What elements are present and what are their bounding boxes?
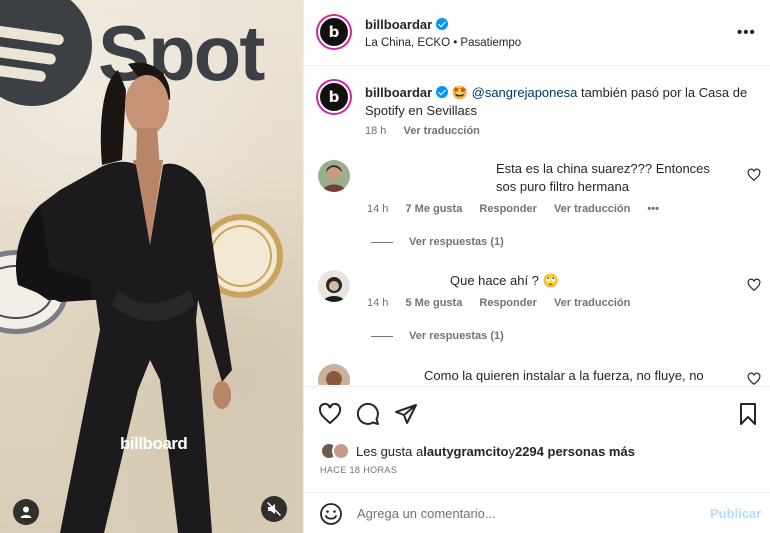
heart-icon[interactable] [318,402,342,426]
comment-reply-link[interactable]: Responder [479,203,536,215]
caption-author-avatar[interactable]: b [318,81,350,113]
view-replies-label: Ver respuestas (1) [409,236,504,248]
avatar-letter: b [328,23,340,41]
post-caption: billboardar 🤩 @sangrejaponesa también pa… [365,84,755,120]
post-location[interactable]: La China, ECKO • Pasatiempo [365,37,521,49]
view-replies-button[interactable]: Ver respuestas (1) [371,236,504,248]
publish-button[interactable]: Publicar [710,506,761,521]
comment-reply-link[interactable]: Responder [479,297,536,309]
liker-avatar [332,442,350,460]
author-avatar[interactable]: b [318,16,350,48]
comment-meta: 14 h 7 Me gusta Responder Ver traducción… [367,203,673,215]
comment-like-heart-icon[interactable] [747,372,761,385]
comment-translate-link[interactable]: Ver traducción [554,297,630,309]
tagged-user-button[interactable] [13,499,39,525]
comment-avatar[interactable] [318,270,350,302]
comment-composer: Publicar [304,492,770,533]
billboard-watermark: billboard [120,434,188,453]
comment-text-body: Que hace ahí ? [450,273,543,288]
emoji-icon[interactable] [319,502,343,526]
replies-line [371,335,393,337]
verified-badge-icon [436,86,449,98]
mute-button[interactable] [261,496,287,522]
avatar-letter: b [328,88,340,106]
caption-mention-link[interactable]: @sangrejaponesa [472,85,578,100]
comment-text: Como la quieren instalar a la fuerza, no… [424,368,704,383]
view-replies-button[interactable]: Ver respuestas (1) [371,330,504,342]
comment-input[interactable] [357,502,697,524]
comment-like-heart-icon[interactable] [747,168,761,182]
caption-time: 18 h [365,125,387,137]
comment-time: 14 h [367,297,389,309]
view-replies-label: Ver respuestas (1) [409,330,504,342]
post-timestamp[interactable]: HACE 18 HORAS [320,465,397,475]
replies-line [371,241,393,243]
avatar-photo [318,270,350,302]
avatar-photo [318,364,350,385]
comment-translate-link[interactable]: Ver traducción [554,203,630,215]
post-actions: Les gusta a lautygramcito y 2294 persona… [304,386,770,506]
comment-text: Esta es la china suarez??? Entonces sos … [496,161,710,194]
caption-translate-link[interactable]: Ver traducción [403,125,479,137]
caption-emoji: 🤩 [451,85,468,100]
more-options-icon[interactable]: ••• [737,24,756,41]
comment-meta: 14 h 5 Me gusta Responder Ver traducción [367,297,644,309]
author-username-text: billboardar [365,17,433,32]
comment-avatar[interactable] [318,364,350,385]
caption-author[interactable]: billboardar [365,85,432,100]
comment-like-heart-icon[interactable] [747,278,761,292]
comment-likes-link[interactable]: 7 Me gusta [405,203,462,215]
liked-user-link[interactable]: lautygramcito [423,444,508,459]
comment-emoji: 🙄 [542,273,559,288]
post-header: b billboardar La China, ECKO • Pasatiemp… [304,0,770,66]
verified-badge-icon [436,18,449,30]
comments-scroll-area[interactable]: b billboardar 🤩 @sangrejaponesa también … [304,67,770,385]
comment-time: 14 h [367,203,389,215]
comment-icon[interactable] [356,402,380,426]
likes-summary[interactable]: Les gusta a lautygramcito y 2294 persona… [320,442,635,460]
comment-text: Que hace ahí ? 🙄 [450,272,686,290]
post-media[interactable]: Spot billboard [0,0,303,533]
user-icon [20,506,32,518]
bookmark-icon[interactable] [736,402,760,426]
avatar-photo [318,160,350,192]
comment-likes-link[interactable]: 5 Me gusta [405,297,462,309]
post-details-panel: b billboardar La China, ECKO • Pasatiemp… [303,0,770,533]
likes-prefix: Les gusta a [356,443,424,459]
caption-meta: 18 h Ver traducción [365,125,494,137]
comment-avatar[interactable] [318,160,350,192]
author-username[interactable]: billboardar [365,17,449,32]
share-icon[interactable] [394,402,418,426]
mute-icon [266,501,282,517]
likes-count-link[interactable]: 2294 personas más [515,444,635,459]
comment-more-options-icon[interactable]: ••• [647,203,659,215]
